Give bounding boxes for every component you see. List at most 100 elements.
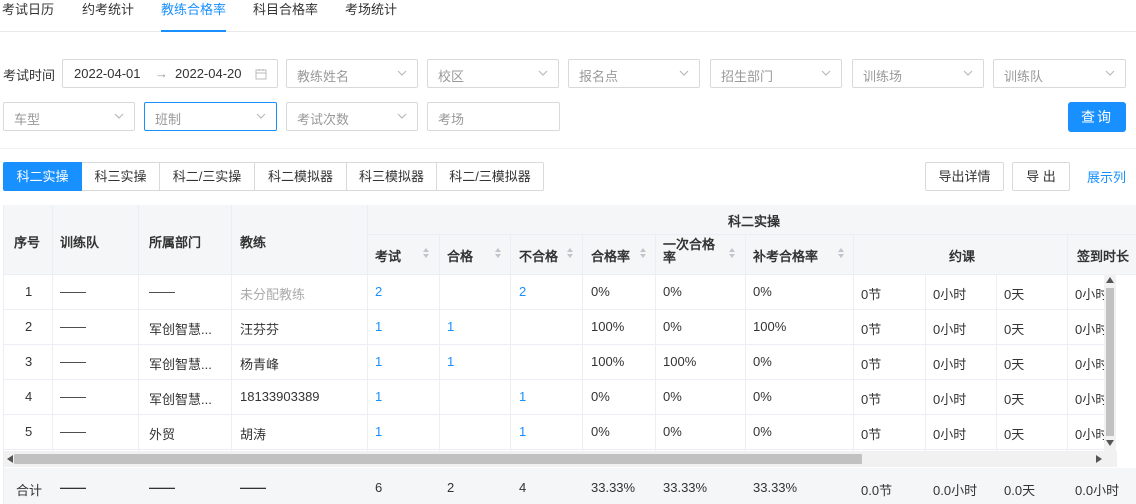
cell-coach: 18133903389	[240, 389, 320, 404]
col-divider	[52, 274, 53, 451]
vertical-scrollbar[interactable]	[1104, 274, 1116, 451]
cell-pass-rate: 0%	[591, 389, 610, 404]
header-divider	[367, 234, 1136, 235]
car-type-select[interactable]: 车型	[3, 102, 135, 131]
sort-icon[interactable]	[567, 248, 573, 258]
horizontal-scrollbar[interactable]	[4, 451, 1117, 467]
cell-team: ——	[60, 354, 86, 369]
tab-exam-site-stats[interactable]: 考场统计	[345, 0, 397, 32]
tab-coach-pass-rate[interactable]: 教练合格率	[161, 0, 227, 32]
col-header-index: 序号	[14, 235, 41, 250]
cell-pass-link[interactable]: 1	[447, 354, 454, 369]
export-button[interactable]: 导 出	[1012, 162, 1070, 191]
cell-pass-rate: 0%	[591, 284, 610, 299]
col-header-pass[interactable]: 合格	[447, 246, 473, 265]
footer-pass-rate: 33.33%	[591, 480, 636, 495]
exam-site-input[interactable]: 考场	[427, 102, 560, 131]
tab-subject-pass-rate[interactable]: 科目合格率	[253, 0, 318, 32]
cell-first-rate: 0%	[663, 424, 682, 439]
date-range-picker[interactable]: 2022-04-01 → 2022-04-20	[62, 59, 278, 88]
coach-name-select[interactable]: 教练姓名	[286, 59, 418, 88]
cell-exam-link[interactable]: 1	[375, 319, 382, 334]
scroll-up-icon[interactable]	[1106, 277, 1114, 283]
row-divider	[4, 449, 1104, 450]
training-team-placeholder: 训练队	[1004, 69, 1044, 84]
cell-exam-link[interactable]: 1	[375, 424, 382, 439]
col-header-exam[interactable]: 考试	[375, 246, 401, 265]
cell-index: 4	[25, 389, 33, 404]
subtab-subject23-simulator[interactable]: 科二/三模拟器	[437, 162, 544, 191]
query-button[interactable]: 查询	[1068, 102, 1126, 132]
footer-fail: 4	[519, 480, 527, 495]
col-header-retake-rate[interactable]: 补考合格率	[753, 246, 818, 265]
scroll-down-icon[interactable]	[1106, 440, 1114, 446]
col-divider	[138, 205, 139, 274]
subtab-subject3-practice[interactable]: 科三实操	[82, 162, 160, 191]
cell-days: 0天	[1004, 392, 1025, 407]
vertical-scroll-thumb[interactable]	[1106, 288, 1114, 436]
campus-placeholder: 校区	[438, 69, 465, 84]
row-divider	[4, 309, 1104, 310]
coach-name-placeholder: 教练姓名	[297, 69, 350, 84]
subtab-subject3-simulator[interactable]: 科三模拟器	[347, 162, 437, 191]
sort-icon[interactable]	[495, 248, 501, 258]
recruit-dept-select[interactable]: 招生部门	[710, 59, 842, 88]
sort-icon[interactable]	[423, 248, 429, 258]
col-divider	[1067, 234, 1068, 274]
col-divider	[853, 234, 854, 274]
cell-fail-link[interactable]: 2	[519, 284, 526, 299]
calendar-icon	[255, 69, 267, 80]
training-team-select[interactable]: 训练队	[993, 59, 1126, 88]
cell-exam-link[interactable]: 1	[375, 354, 382, 369]
scroll-left-icon[interactable]	[7, 455, 13, 463]
tab-booking-stats[interactable]: 约考统计	[82, 0, 134, 32]
cell-index: 3	[25, 354, 33, 369]
cell-retake-rate: 100%	[753, 319, 787, 334]
show-columns-link[interactable]: 展示列	[1087, 167, 1126, 186]
sort-icon[interactable]	[729, 248, 735, 258]
subtab-subject23-practice[interactable]: 科二/三实操	[160, 162, 255, 191]
header-divider	[4, 274, 1136, 275]
footer-team: ——	[60, 480, 86, 495]
export-detail-button[interactable]: 导出详情	[925, 162, 1004, 191]
cell-checkin: 0小时	[1075, 427, 1105, 442]
date-end-value: 2022-04-20	[175, 66, 242, 81]
cell-pass-rate: 0%	[591, 424, 610, 439]
cell-fail-link[interactable]: 1	[519, 389, 526, 404]
cell-retake-rate: 0%	[753, 284, 772, 299]
subtab-subject2-simulator[interactable]: 科二模拟器	[255, 162, 347, 191]
campus-select[interactable]: 校区	[427, 59, 559, 88]
col-header-fail[interactable]: 不合格	[519, 246, 558, 265]
tab-exam-calendar[interactable]: 考试日历	[2, 0, 54, 32]
col-divider	[745, 234, 746, 274]
training-field-select[interactable]: 训练场	[852, 59, 984, 88]
col-divider	[582, 234, 583, 274]
col-header-first-pass-rate[interactable]: 一次合格率	[663, 238, 721, 264]
col-divider	[853, 274, 854, 451]
subtab-subject2-practice[interactable]: 科二实操	[3, 162, 82, 191]
date-start-value: 2022-04-01	[74, 66, 141, 81]
cell-exam-link[interactable]: 2	[375, 284, 382, 299]
footer-first-rate: 33.33%	[663, 480, 708, 495]
sort-icon[interactable]	[838, 248, 844, 258]
footer-exam: 6	[375, 480, 383, 495]
exam-time-label: 考试时间	[3, 68, 56, 83]
sort-icon[interactable]	[640, 248, 646, 258]
col-header-checkin: 签到时长	[1077, 249, 1130, 264]
cell-exam-link[interactable]: 1	[375, 389, 382, 404]
exam-count-select[interactable]: 考试次数	[286, 102, 418, 131]
cell-days: 0天	[1004, 427, 1025, 442]
class-system-select[interactable]: 班制	[144, 102, 277, 131]
col-header-pass-rate[interactable]: 合格率	[591, 246, 630, 265]
cell-pass-link[interactable]: 1	[447, 319, 454, 334]
table-footer-totals: 合计 —— —— —— 6 2 4 33.33% 33.33% 33.33% 0…	[4, 468, 1136, 504]
cell-retake-rate: 0%	[753, 389, 772, 404]
col-header-dept: 所属部门	[149, 235, 202, 250]
horizontal-scroll-thumb[interactable]	[14, 454, 862, 464]
signup-point-select[interactable]: 报名点	[568, 59, 700, 88]
cell-index: 1	[25, 284, 33, 299]
cell-fail-link[interactable]: 1	[519, 424, 526, 439]
cell-lessons: 0节	[861, 287, 882, 302]
scroll-right-icon[interactable]	[1096, 455, 1102, 463]
col-divider	[745, 274, 746, 451]
